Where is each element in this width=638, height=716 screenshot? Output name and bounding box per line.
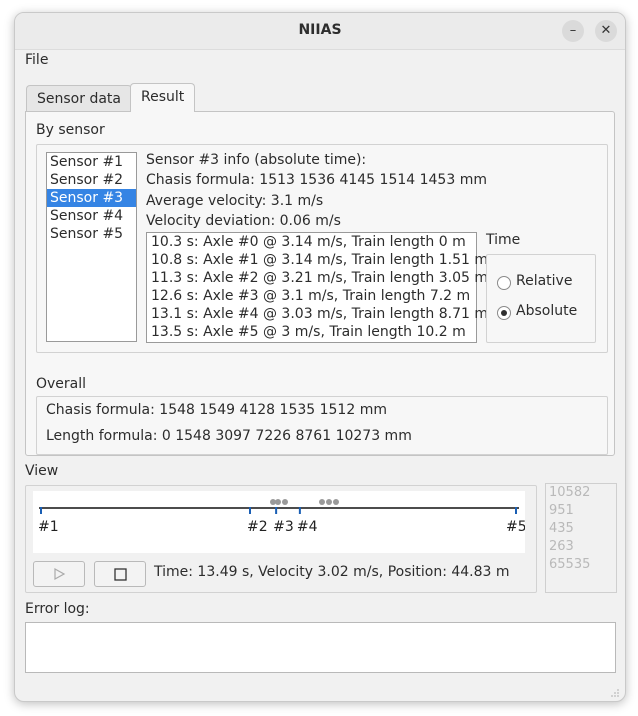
axle-event-item[interactable]: 10.3 s: Axle #0 @ 3.14 m/s, Train length… <box>147 233 476 251</box>
axle-event-item[interactable]: 13.5 s: Axle #5 @ 3 m/s, Train length 10… <box>147 323 476 341</box>
play-icon <box>54 567 66 581</box>
sensor-list-item[interactable]: Sensor #4 <box>47 207 136 225</box>
main-window: NIIAS – ✕ File Sensor data Result By sen… <box>14 12 626 702</box>
relative-radio-label[interactable]: Relative <box>516 273 572 289</box>
close-button[interactable]: ✕ <box>595 20 617 42</box>
stop-icon <box>114 568 127 581</box>
sensor-marker-label: #5 <box>506 519 525 535</box>
tab-result[interactable]: Result <box>130 83 196 112</box>
axle-event-item[interactable]: 10.8 s: Axle #1 @ 3.14 m/s, Train length… <box>147 251 488 269</box>
axle-event-item[interactable]: 11.3 s: Axle #2 @ 3.21 m/s, Train length… <box>147 269 488 287</box>
overall-chasis-formula: Chasis formula: 1548 1549 4128 1535 1512… <box>46 402 387 418</box>
sensor-list-item[interactable]: Sensor #1 <box>47 153 136 171</box>
error-log-textarea[interactable] <box>25 622 616 673</box>
overall-length-formula: Length formula: 0 1548 3097 7226 8761 10… <box>46 428 412 444</box>
time-group <box>486 254 596 343</box>
relative-radio[interactable] <box>497 276 511 290</box>
side-values-box: 10582 951 435 263 65535 <box>545 483 617 593</box>
tab-sensor-data[interactable]: Sensor data <box>26 85 132 112</box>
sensor-chasis-formula: Chasis formula: 1513 1536 4145 1514 1453… <box>146 172 487 188</box>
side-value: 435 <box>549 521 574 536</box>
sensor-marker-label: #1 <box>38 519 59 535</box>
window-title: NIIAS <box>298 22 342 38</box>
play-button[interactable] <box>33 561 85 587</box>
side-value: 65535 <box>549 557 591 572</box>
axle-dot <box>333 499 339 505</box>
sensor-list-item[interactable]: Sensor #5 <box>47 225 136 243</box>
menu-bar: File <box>15 50 625 72</box>
sensor-info-title: Sensor #3 info (absolute time): <box>146 152 367 168</box>
sensor-list-item[interactable]: Sensor #2 <box>47 171 136 189</box>
minimize-button[interactable]: – <box>562 20 584 42</box>
track-view[interactable]: #1 #2 #3 #4 #5 <box>33 491 527 553</box>
side-value: 10582 <box>549 485 591 500</box>
title-bar: NIIAS – ✕ <box>15 13 625 50</box>
playback-status: Time: 13.49 s, Velocity 3.02 m/s, Positi… <box>154 564 510 580</box>
sensor-marker-label: #2 <box>247 519 268 535</box>
absolute-radio[interactable] <box>497 306 511 320</box>
sensor-list[interactable]: Sensor #1 Sensor #2 Sensor #3 Sensor #4 … <box>46 152 137 342</box>
menu-file[interactable]: File <box>25 52 48 68</box>
axle-dot <box>326 499 332 505</box>
sensor-average-velocity: Average velocity: 3.1 m/s <box>146 193 324 209</box>
axle-event-item[interactable]: 13.1 s: Axle #4 @ 3.03 m/s, Train length… <box>147 305 488 323</box>
resize-grip-icon[interactable] <box>609 687 621 699</box>
absolute-radio-label[interactable]: Absolute <box>516 303 577 319</box>
error-log-label: Error log: <box>25 601 90 617</box>
sensor-velocity-deviation: Velocity deviation: 0.06 m/s <box>146 213 341 229</box>
view-label: View <box>25 463 59 479</box>
axle-dot <box>319 499 325 505</box>
sensor-marker-label: #4 <box>297 519 318 535</box>
time-group-label: Time <box>486 232 521 248</box>
side-value: 263 <box>549 539 574 554</box>
axle-dot <box>282 499 288 505</box>
result-tab-panel: By sensor Sensor #1 Sensor #2 Sensor #3 … <box>25 111 615 456</box>
stop-button[interactable] <box>94 561 146 587</box>
axle-dot <box>275 499 281 505</box>
track-canvas: #1 #2 #3 #4 #5 <box>38 499 527 535</box>
axle-event-list[interactable]: 10.3 s: Axle #0 @ 3.14 m/s, Train length… <box>146 232 488 343</box>
axle-event-item[interactable]: 12.6 s: Axle #3 @ 3.1 m/s, Train length … <box>147 287 476 305</box>
by-sensor-label: By sensor <box>36 122 105 138</box>
side-value: 951 <box>549 503 574 518</box>
sensor-list-item-selected[interactable]: Sensor #3 <box>47 189 136 207</box>
overall-label: Overall <box>36 376 87 392</box>
sensor-marker-label: #3 <box>273 519 294 535</box>
